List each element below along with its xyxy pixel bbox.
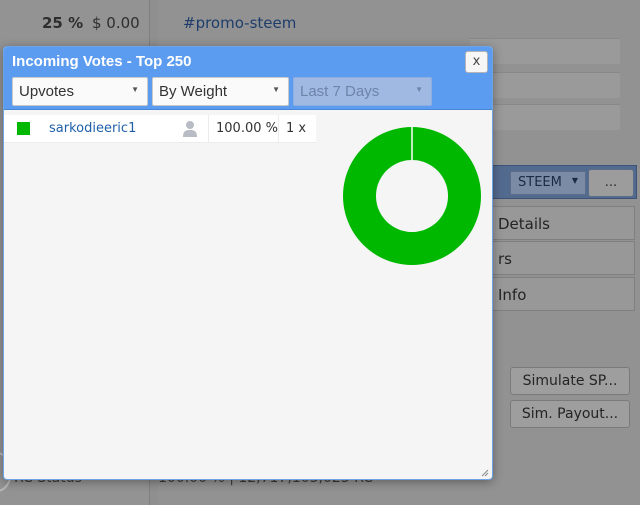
vote-type-label: Upvotes (19, 83, 75, 100)
votes-donut-chart (342, 127, 481, 265)
details-link[interactable]: Details (470, 206, 635, 240)
background-link[interactable]: rs (470, 241, 635, 275)
voter-link[interactable]: sarkodieeric1 (49, 121, 136, 136)
sort-label: By Weight (159, 83, 228, 100)
dialog-titlebar[interactable]: Incoming Votes - Top 250 x Upvotes ▼ By … (4, 47, 492, 110)
caret-down-icon: ▼ (415, 85, 423, 94)
caret-down-icon: ▼ (571, 176, 578, 185)
sort-select[interactable]: By Weight ▼ (152, 77, 289, 106)
background-percent: 25 % (42, 14, 84, 32)
sim-payout-button[interactable]: Sim. Payout... (510, 400, 630, 428)
vote-percent: 100.00 % (216, 121, 278, 136)
caret-down-icon: ▼ (131, 85, 139, 94)
incoming-votes-dialog: Incoming Votes - Top 250 x Upvotes ▼ By … (3, 46, 493, 480)
column-divider (208, 115, 209, 143)
vote-row: sarkodieeric1 100.00 % 1 x (4, 115, 316, 143)
vote-type-select[interactable]: Upvotes ▼ (12, 77, 148, 106)
color-swatch (17, 122, 30, 135)
background-tag-link[interactable]: #promo-steem (183, 14, 296, 32)
info-link[interactable]: Info (470, 277, 635, 311)
dialog-title: Incoming Votes - Top 250 (12, 53, 192, 70)
background-amount: $ 0.00 (92, 14, 140, 32)
caret-down-icon: ▼ (272, 85, 280, 94)
user-icon[interactable] (182, 120, 198, 137)
currency-select-label: STEEM (518, 175, 562, 190)
currency-select[interactable]: STEEM ▼ (510, 171, 586, 195)
period-select[interactable]: Last 7 Days ▼ (293, 77, 432, 106)
period-label: Last 7 Days (300, 83, 380, 100)
column-divider (278, 115, 279, 143)
resize-grip-icon[interactable] (481, 469, 489, 477)
more-button[interactable]: ... (588, 169, 634, 197)
close-button[interactable]: x (465, 51, 488, 73)
vote-count: 1 x (286, 121, 307, 136)
simulate-sp-button[interactable]: Simulate SP... (510, 367, 630, 395)
